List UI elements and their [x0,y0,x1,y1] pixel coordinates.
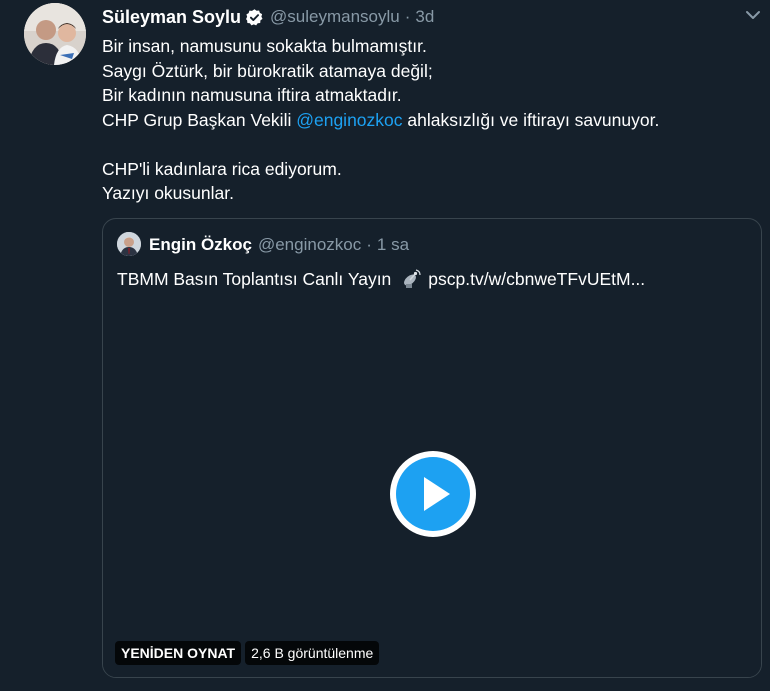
quoted-text-label: TBMM Basın Toplantısı Canlı Yayın [117,268,392,289]
quoted-tweet-time[interactable]: 1 sa [377,235,409,255]
tweet-line: Saygı Öztürk, bir bürokratik atamaya değ… [102,60,433,81]
tweet-line: Yazıyı okusunlar. [102,183,234,203]
author-handle[interactable]: @suleymansoylu [270,7,400,27]
quoted-tweet-text: TBMM Basın Toplantısı Canlı Yayın pscp.t… [117,268,645,290]
tweet-text: Bir insan, namusunu sokakta bulmamıştır.… [102,34,742,206]
chevron-down-icon[interactable] [744,8,762,22]
tweet-line: CHP'li kadınlara rica ediyorum. [102,158,342,179]
quoted-author-avatar[interactable] [117,232,141,256]
quoted-author-handle[interactable]: @enginozkoc [258,235,361,255]
quoted-tweet[interactable]: Engin Özkoç @enginozkoc · 1 sa TBMM Bası… [102,218,762,678]
author-avatar[interactable] [24,3,86,65]
replay-badge[interactable]: YENİDEN OYNAT [115,641,242,665]
video-badges: YENİDEN OYNAT 2,6 B görüntülenme [115,641,380,665]
tweet-line: Bir kadının namusuna iftira atmaktadır. [102,85,402,105]
author-name[interactable]: Süleyman Soylu [102,7,241,28]
verified-badge-icon [245,8,264,27]
views-badge: 2,6 B görüntülenme [245,641,380,665]
tweet-line: CHP Grup Başkan Vekili @enginozkoc ahlak… [102,108,742,133]
tweet-line-text: CHP Grup Başkan Vekili [102,109,297,130]
tweet[interactable]: Süleyman Soylu @suleymansoylu · 3d Bir i… [0,0,770,691]
quoted-link[interactable]: pscp.tv/w/cbnweTFvUEtM... [428,269,645,290]
tweet-header: Süleyman Soylu @suleymansoylu · 3d [102,6,434,28]
video-player[interactable]: YENİDEN OYNAT 2,6 B görüntülenme [103,301,761,677]
tweet-line: Bir insan, namusunu sokakta bulmamıştır. [102,36,427,56]
play-button[interactable] [390,451,476,537]
separator-dot: · [404,7,411,26]
quoted-tweet-header: Engin Özkoç @enginozkoc · 1 sa [149,235,409,255]
play-icon [424,477,450,511]
satellite-antenna-icon [400,268,422,290]
mention-link[interactable]: @enginozkoc [296,110,402,130]
separator-dot: · [366,235,372,254]
tweet-time[interactable]: 3d [415,7,434,27]
quoted-author-name[interactable]: Engin Özkoç [149,235,252,255]
tweet-line-text: ahlaksızlığı ve iftirayı savunuyor. [402,109,660,130]
